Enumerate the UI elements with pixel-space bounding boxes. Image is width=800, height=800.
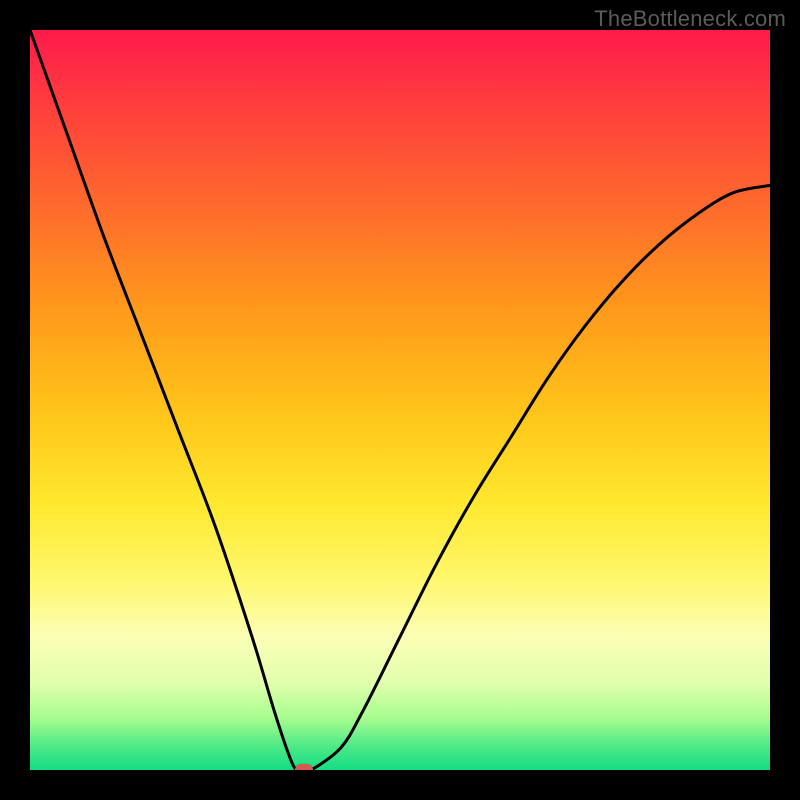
plot-area xyxy=(30,30,770,770)
chart-frame: TheBottleneck.com xyxy=(0,0,800,800)
watermark-text: TheBottleneck.com xyxy=(594,6,786,32)
bottleneck-curve xyxy=(30,30,770,770)
optimal-point-marker xyxy=(295,764,313,770)
